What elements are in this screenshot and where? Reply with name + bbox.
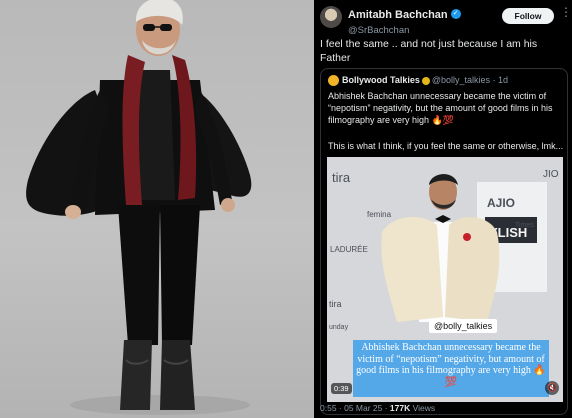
backdrop-word-3: LADURÉE: [330, 245, 368, 254]
video-caption: Abhishek Bachchan unnecessary became the…: [353, 340, 549, 397]
more-icon[interactable]: ⋮: [560, 5, 572, 19]
backdrop-word-1: tira: [332, 170, 351, 185]
tweet-meta: 0:55 · 05 Mar 25 · 177K Views: [320, 403, 435, 413]
author-avatar[interactable]: [320, 6, 342, 28]
quoted-tweet[interactable]: Bollywood Talkies @bolly_talkies · 1d Abh…: [320, 68, 568, 415]
video-timer: 0:39: [331, 383, 352, 394]
quoted-tweet-age: · 1d: [492, 75, 509, 85]
left-photo: [0, 0, 314, 418]
tweet-views-count: 177K: [389, 403, 411, 413]
backdrop-word-8: tira: [329, 299, 342, 309]
tweet-text: I feel the same .. and not just because …: [320, 38, 538, 64]
quoted-author-handle: @bolly_talkies: [431, 75, 491, 85]
quoted-author-name: Bollywood Talkies: [342, 75, 420, 85]
author-info: Amitabh Bachchan ✓ @SrBachchan: [348, 5, 461, 36]
tweet-time: 0:55 · 05 Mar 25 ·: [320, 403, 390, 413]
man-in-black-coat-illustration: [26, 0, 252, 415]
quoted-tweet-header: Bollywood Talkies @bolly_talkies · 1d: [328, 75, 509, 87]
video-handle-badge: @bolly_talkies: [429, 319, 498, 333]
verified-badge-icon: ✓: [450, 8, 461, 19]
tweet-panel: Amitabh Bachchan ✓ @SrBachchan Follow ⋮ I…: [314, 0, 572, 418]
author-name[interactable]: Amitabh Bachchan: [348, 9, 448, 21]
backdrop-word-4: femina: [367, 210, 392, 219]
quoted-video[interactable]: tira AJIO LADURÉE femina Times YLISH und…: [327, 157, 563, 402]
gold-verified-badge-icon: [421, 76, 430, 85]
follow-button[interactable]: Follow: [502, 8, 554, 24]
author-handle[interactable]: @SrBachchan: [348, 25, 461, 36]
tweet-views-label: Views: [410, 403, 436, 413]
quoted-tweet-text: Abhishek Bachchan unnecessary became the…: [328, 91, 553, 125]
backdrop-word-7: unday: [329, 324, 349, 331]
backdrop-word-9: JIO: [543, 169, 559, 180]
quoted-tweet-text-more: This is what I think, if you feel the sa…: [328, 141, 564, 151]
mute-icon[interactable]: 🔇: [545, 381, 559, 395]
tweet-header: Amitabh Bachchan ✓ @SrBachchan Follow ⋮: [320, 4, 572, 36]
quoted-author-avatar: [328, 75, 339, 87]
backdrop-word-2: AJIO: [487, 196, 515, 210]
